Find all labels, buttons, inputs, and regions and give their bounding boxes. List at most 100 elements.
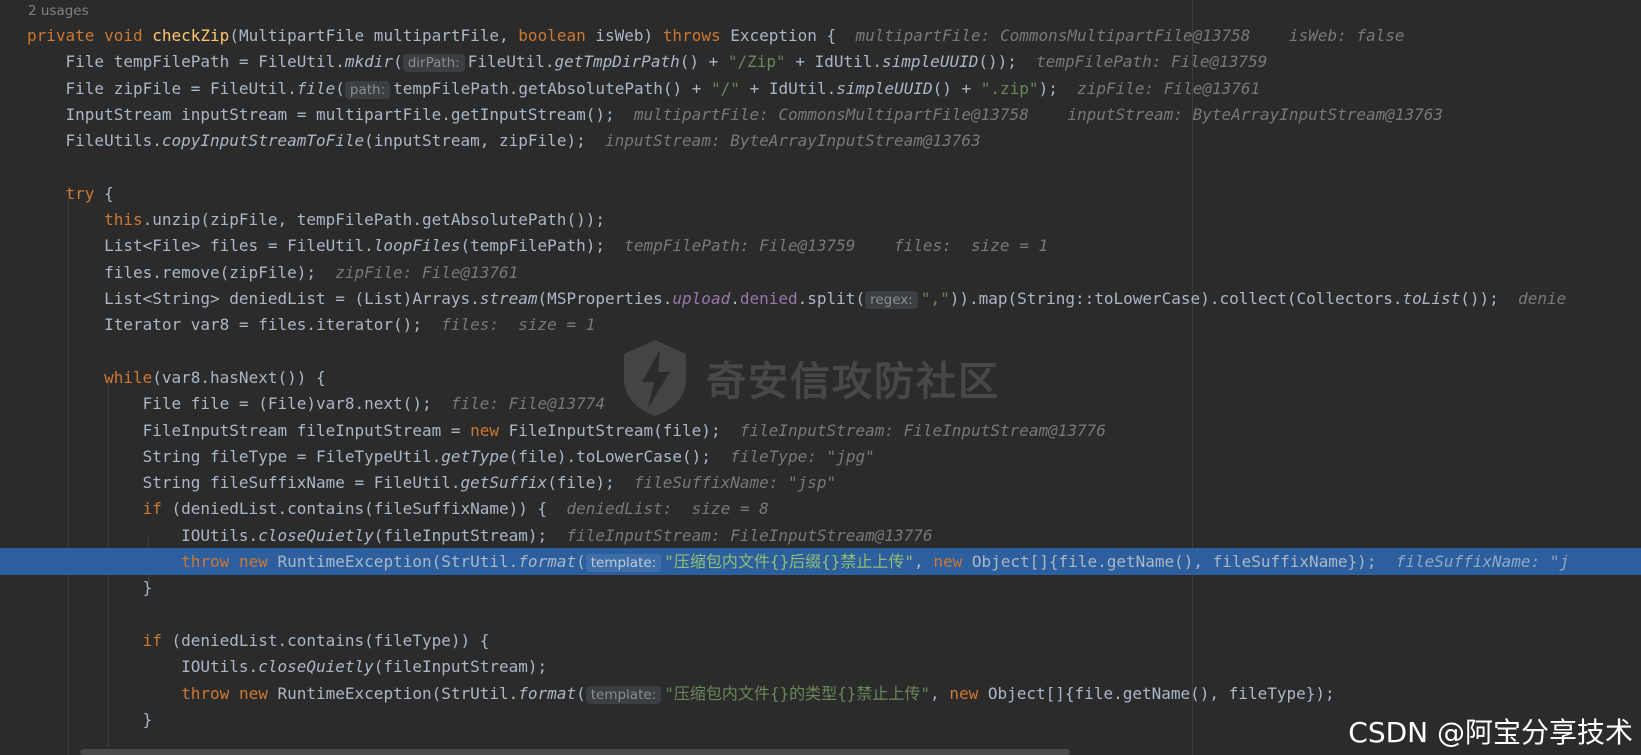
code-token: List<File> files = FileUtil. bbox=[27, 236, 374, 256]
code-token: private bbox=[27, 26, 95, 45]
code-token: InputStream inputStream = multipartFile.… bbox=[27, 104, 634, 124]
code-line[interactable]: List<File> files = FileUtil.loopFiles(te… bbox=[0, 232, 1641, 259]
code-token: simpleUUID bbox=[882, 52, 979, 72]
code-line[interactable]: FileUtils.copyInputStreamToFile(inputStr… bbox=[0, 127, 1641, 154]
code-line[interactable] bbox=[0, 338, 1641, 365]
inlay-hint: multipartFile: CommonsMultipartFile@1375… bbox=[855, 26, 1405, 45]
inlay-hint: deniedList: size = 8 bbox=[566, 499, 769, 519]
code-token: (MSProperties. bbox=[537, 289, 673, 308]
inlay-hint: fileInputStream: FileInputStream@13776 bbox=[566, 525, 933, 545]
inlay-hint: denie bbox=[1518, 289, 1567, 308]
code-line[interactable]: this.unzip(zipFile, tempFilePath.getAbso… bbox=[0, 206, 1641, 233]
code-line[interactable]: File file = (File)var8.next(); file: Fil… bbox=[0, 390, 1641, 417]
code-token: isWeb) bbox=[585, 26, 663, 45]
code-line[interactable]: } bbox=[0, 574, 1641, 601]
code-token: "/Zip" bbox=[727, 52, 786, 72]
code-line[interactable]: IOUtils.closeQuietly(fileInputStream); bbox=[0, 653, 1641, 680]
code-token: try bbox=[65, 183, 95, 203]
code-token: ( bbox=[576, 552, 586, 571]
code-token: FileInputStream fileInputStream = bbox=[27, 420, 471, 440]
code-line[interactable]: while(var8.hasNext()) { bbox=[0, 364, 1641, 391]
parameter-hint: dirPath: bbox=[402, 54, 465, 73]
code-line[interactable]: Iterator var8 = files.iterator(); files:… bbox=[0, 311, 1641, 338]
code-line[interactable]: if (deniedList.contains(fileType)) { bbox=[0, 627, 1641, 654]
code-token: FileUtil. bbox=[467, 52, 555, 72]
code-token: + IdUtil. bbox=[739, 78, 837, 98]
code-token: void bbox=[104, 26, 143, 45]
code-line[interactable]: files.remove(zipFile); zipFile: File@137… bbox=[0, 259, 1641, 286]
code-token: IOUtils. bbox=[27, 657, 259, 677]
code-line[interactable]: InputStream inputStream = multipartFile.… bbox=[0, 101, 1641, 128]
code-line[interactable]: FileInputStream fileInputStream = new Fi… bbox=[0, 417, 1641, 444]
code-token: copyInputStreamToFile bbox=[161, 131, 365, 151]
code-line[interactable]: File zipFile = FileUtil.file(path: tempFi… bbox=[0, 75, 1641, 102]
code-token: getSuffix bbox=[460, 473, 548, 493]
code-token: ()); bbox=[978, 52, 1037, 72]
code-token: closeQuietly bbox=[258, 525, 374, 545]
code-line[interactable] bbox=[0, 154, 1641, 181]
code-token: denied bbox=[739, 289, 798, 308]
code-token: () + bbox=[679, 52, 728, 72]
code-line[interactable]: IOUtils.closeQuietly(fileInputStream); f… bbox=[0, 522, 1641, 549]
code-token: .unzip(zipFile, tempFilePath.getAbsolute… bbox=[142, 210, 605, 230]
code-token: new bbox=[949, 683, 979, 703]
code-token: (var8.hasNext()) { bbox=[152, 367, 326, 387]
code-token: (fileInputStream); bbox=[373, 657, 548, 677]
code-token: new bbox=[238, 552, 268, 571]
code-token: simpleUUID bbox=[836, 78, 933, 98]
code-token: String fileType = FileTypeUtil. bbox=[27, 446, 442, 466]
code-token: toList bbox=[1402, 289, 1461, 308]
code-line[interactable]: private void checkZip(MultipartFile mult… bbox=[0, 22, 1641, 49]
code-token: tempFilePath.getAbsolutePath() + bbox=[393, 78, 712, 98]
code-token: (fileInputStream); bbox=[373, 525, 567, 545]
code-token: if bbox=[142, 499, 162, 519]
code-line[interactable] bbox=[0, 601, 1641, 628]
code-line[interactable]: List<String> deniedList = (List)Arrays.s… bbox=[0, 285, 1641, 312]
inlay-hint: multipartFile: CommonsMultipartFile@1375… bbox=[633, 104, 1444, 124]
code-line[interactable]: if (deniedList.contains(fileSuffixName))… bbox=[0, 495, 1641, 522]
code-token: boolean bbox=[518, 26, 586, 45]
code-line[interactable]: File tempFilePath = FileUtil.mkdir(dirPa… bbox=[0, 48, 1641, 75]
code-token: ( bbox=[335, 78, 345, 98]
code-token: .split( bbox=[797, 289, 866, 308]
code-token: (inputStream, zipFile); bbox=[364, 131, 605, 151]
code-token: Iterator var8 = files.iterator(); bbox=[27, 315, 442, 335]
inlay-hint: fileSuffixName: "j bbox=[1395, 552, 1570, 571]
inlay-hint: tempFilePath: File@13759 bbox=[1036, 52, 1268, 72]
parameter-hint: template: bbox=[585, 554, 662, 572]
csdn-watermark: CSDN @阿宝分享技术 bbox=[1348, 716, 1633, 749]
horizontal-scrollbar[interactable] bbox=[80, 749, 1070, 755]
code-token: (deniedList.contains(fileSuffixName)) { bbox=[161, 499, 567, 519]
code-token: getType bbox=[441, 446, 509, 466]
code-token: new bbox=[238, 683, 268, 703]
code-token: , bbox=[930, 683, 950, 703]
code-token: while bbox=[104, 367, 153, 387]
inlay-hint: file: File@13774 bbox=[450, 394, 605, 414]
code-token: RuntimeException(StrUtil. bbox=[267, 683, 519, 703]
code-line[interactable]: try { bbox=[0, 180, 1641, 207]
code-line[interactable]: String fileSuffixName = FileUtil.getSuff… bbox=[0, 469, 1641, 496]
code-token: throw bbox=[181, 552, 230, 571]
code-token: ( bbox=[576, 683, 586, 703]
code-token: "/" bbox=[711, 78, 740, 98]
code-token: if bbox=[142, 630, 162, 650]
code-line-current[interactable]: throw new RuntimeException(StrUtil.forma… bbox=[0, 548, 1641, 575]
code-token: (tempFilePath); bbox=[460, 236, 625, 256]
code-line[interactable]: String fileType = FileTypeUtil.getType(f… bbox=[0, 443, 1641, 470]
code-line[interactable]: throw new RuntimeException(StrUtil.forma… bbox=[0, 680, 1641, 707]
code-token: "," bbox=[920, 289, 950, 308]
code-token: "压缩包内文件{}后缀{}禁止上传" bbox=[664, 552, 915, 571]
code-editor[interactable]: 2 usages private void checkZip(Multipart… bbox=[0, 0, 1641, 755]
code-token: + IdUtil. bbox=[785, 52, 883, 72]
inlay-hint: fileType: "jpg" bbox=[730, 446, 875, 466]
code-token: "压缩包内文件{}的类型{}禁止上传" bbox=[664, 683, 931, 703]
usages-hint[interactable]: 2 usages bbox=[28, 1, 89, 21]
code-token: format bbox=[518, 552, 577, 571]
code-token: (file); bbox=[547, 473, 634, 493]
